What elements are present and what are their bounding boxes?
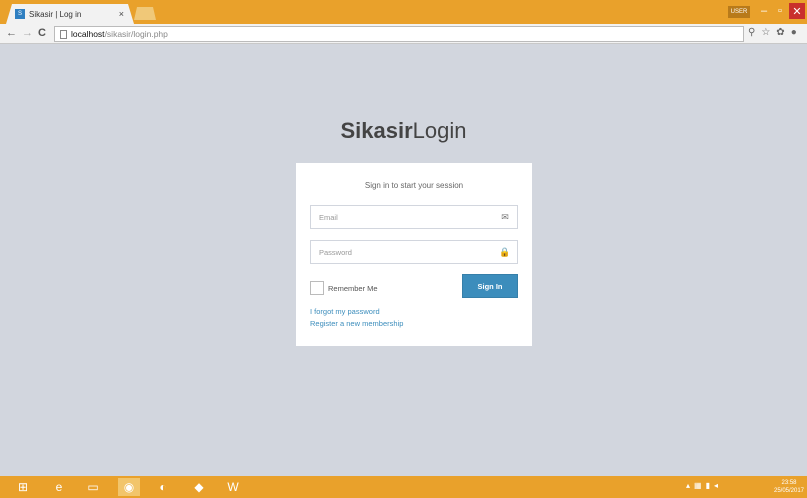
remember-me[interactable]: Remember Me [310,281,378,295]
browser-titlebar: S Sikasir | Log in × USER – ▫ ✕ [0,0,807,24]
remember-me-checkbox[interactable] [310,281,324,295]
tab-title: Sikasir | Log in [29,9,82,19]
logo-light: Login [412,118,467,143]
clock[interactable]: 23:58 25/05/2017 [772,479,806,495]
login-box: Sign in to start your session ✉ 🔒 Rememb… [296,163,532,346]
login-box-message: Sign in to start your session [364,181,464,190]
password-input[interactable] [311,241,498,263]
page-icon [60,29,67,39]
remember-me-label: Remember Me [328,283,378,293]
logo-bold: Sikasir [340,118,413,143]
back-arrow-icon[interactable]: ← [6,27,17,39]
app-icon[interactable]: ◆ [188,478,210,496]
toolbar-icons: ⚲ ☆ ✿ ● [748,27,797,38]
close-tab-icon[interactable]: × [119,9,124,19]
url-host: localhost [71,29,105,39]
clock-date: 25/05/2017 [773,488,805,494]
profile-badge[interactable]: USER [728,6,750,18]
password-field-group: 🔒 [310,240,518,264]
register-link[interactable]: Register a new membership [310,319,403,328]
lock-icon: 🔒 [499,246,511,257]
login-logo: SikasirLogin [0,118,807,144]
volume-icon[interactable]: ◂ [714,481,718,490]
favicon-icon: S [15,9,25,19]
taskbar: ⊞ e ▭ ◉ ◐ ◆ W ▴ ▦ ▮ ◂ 23:58 25/05/2017 [0,476,807,498]
forward-arrow-icon[interactable]: → [22,27,33,39]
search-icon[interactable]: ⚲ [748,27,755,38]
address-bar[interactable]: localhost/sikasir/login.php [54,26,744,42]
clock-time: 23:58 [781,480,797,486]
word-icon[interactable]: W [222,478,244,496]
browser-tab[interactable]: S Sikasir | Log in × [6,4,134,24]
system-tray: ▴ ▦ ▮ ◂ [686,481,718,490]
maximize-icon[interactable]: ▫ [773,3,787,19]
steam-icon[interactable]: ◐ [152,478,174,496]
extension-icon[interactable]: ✿ [776,27,784,38]
url-path: /sikasir/login.php [104,29,168,39]
star-icon[interactable]: ☆ [761,27,770,38]
arrow-up-icon[interactable]: ▴ [686,481,690,490]
browser-toolbar: ← → C localhost/sikasir/login.php ⚲ ☆ ✿ … [0,24,807,44]
minimize-icon[interactable]: – [757,3,771,19]
windows-start-icon[interactable]: ⊞ [12,478,34,496]
envelope-icon: ✉ [501,211,509,222]
menu-icon[interactable]: ● [791,27,797,38]
sign-in-button[interactable]: Sign In [462,274,518,298]
chrome-icon[interactable]: ◉ [118,478,140,496]
battery-icon[interactable]: ▮ [706,481,710,490]
network-icon[interactable]: ▦ [694,481,702,490]
forgot-password-link[interactable]: I forgot my password [310,307,380,316]
reload-icon[interactable]: C [38,27,46,39]
email-field-group: ✉ [310,205,518,229]
folder-icon[interactable]: ▭ [82,478,104,496]
email-input[interactable] [311,206,498,228]
close-window-icon[interactable]: ✕ [789,3,805,19]
new-tab-button[interactable] [134,7,156,20]
ie-icon[interactable]: e [48,478,70,496]
